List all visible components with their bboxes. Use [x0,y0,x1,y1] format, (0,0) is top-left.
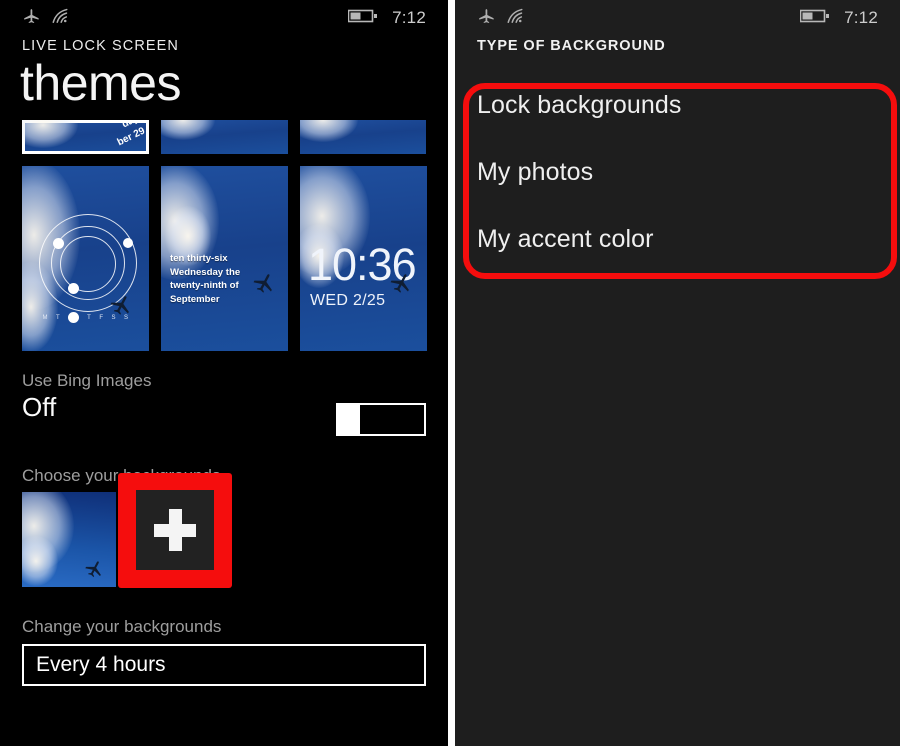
status-clock: 7:12 [844,8,878,27]
option-label: My photos [477,158,594,186]
option-label: Lock backgrounds [477,91,682,119]
orbit-ring-inner [60,236,116,292]
airplane-mode-icon [22,6,41,30]
status-right-icons: 7:12 [799,8,878,29]
battery-half-icon [799,8,830,29]
left-status-bar: 7:12 [0,0,448,30]
plane-silhouette-icon [390,274,409,293]
left-phone-panel: 7:12 LIVE LOCK SCREEN themes day ber 29 [0,0,448,746]
plane-silhouette-icon [110,296,129,315]
screenshot-root: 7:12 LIVE LOCK SCREEN themes day ber 29 [0,0,900,746]
day-letter: T [55,314,61,321]
page-title: themes [20,55,181,111]
orbit-dot-hour [53,238,64,249]
theme-thumbnail-word-clock[interactable]: ten thirty-six Wednesday the twenty-nint… [161,166,288,351]
orbit-clock-graphic [22,166,149,351]
wifi-icon [505,6,525,30]
use-bing-images-label: Use Bing Images [22,371,152,390]
status-left-icons [22,6,70,30]
option-my-photos[interactable]: My photos [455,139,900,206]
change-backgrounds-section: Change your backgrounds Every 4 hours [0,617,448,686]
choose-backgrounds-strip [22,472,426,588]
theme-thumbnail-orbit-clock[interactable]: M T T F S S [22,166,149,351]
orbit-dot-minute [123,238,133,248]
plus-icon [154,509,196,551]
status-clock: 7:12 [392,8,426,27]
right-phone-panel: 7:12 TYPE OF BACKGROUND Lock backgrounds… [455,0,900,746]
left-app-title: LIVE LOCK SCREEN [22,38,180,54]
background-type-options: Lock backgrounds My photos My accent col… [455,54,900,273]
day-letter: T [87,314,92,321]
theme-thumbnail-partial-2[interactable] [161,120,288,154]
theme-partial-rotated-text: day ber 29 [114,120,147,148]
status-right-icons: 7:12 [347,8,426,29]
theme-thumbnail-digital-clock[interactable]: 10:36 WED 2/25 [300,166,427,351]
panel-divider [448,0,455,746]
theme-grid: day ber 29 M T T F S S ten thirty-six We… [22,120,427,351]
option-label: My accent color [477,225,654,253]
theme-row-main: M T T F S S ten thirty-six Wednesday the… [22,166,427,351]
airplane-mode-icon [477,6,496,30]
right-app-title: TYPE OF BACKGROUND [477,38,666,54]
toggle-knob [336,403,360,436]
option-lock-backgrounds[interactable]: Lock backgrounds [455,72,900,139]
toggle-track [360,403,426,436]
wifi-icon [50,6,70,30]
use-bing-images-setting[interactable]: Use Bing Images Off [0,371,448,436]
add-background-button[interactable] [136,490,214,570]
status-left-icons [477,6,525,30]
day-letter: F [99,314,104,321]
change-backgrounds-dropdown[interactable]: Every 4 hours [22,643,426,686]
choose-backgrounds-section: Choose your backgrounds [0,466,448,588]
use-bing-images-value: Off [22,392,57,422]
digital-clock-date: WED 2/25 [310,292,386,309]
background-thumbnail-sky[interactable] [22,491,116,587]
theme-row-clipped: day ber 29 [22,120,426,154]
battery-half-icon [347,8,378,29]
orbit-dot-second [68,283,79,294]
add-background-highlight [118,472,232,588]
change-backgrounds-label: Change your backgrounds [22,616,222,636]
right-status-bar: 7:12 [455,0,900,30]
day-letter-today [68,312,80,323]
option-my-accent-color[interactable]: My accent color [455,206,900,273]
plane-silhouette-icon [253,274,272,293]
use-bing-images-toggle[interactable] [336,403,426,436]
theme-thumbnail-partial-3[interactable] [300,120,426,154]
theme-thumbnail-partial-1[interactable]: day ber 29 [22,120,149,154]
day-letter: M [42,314,48,321]
plane-silhouette-icon [85,560,101,577]
